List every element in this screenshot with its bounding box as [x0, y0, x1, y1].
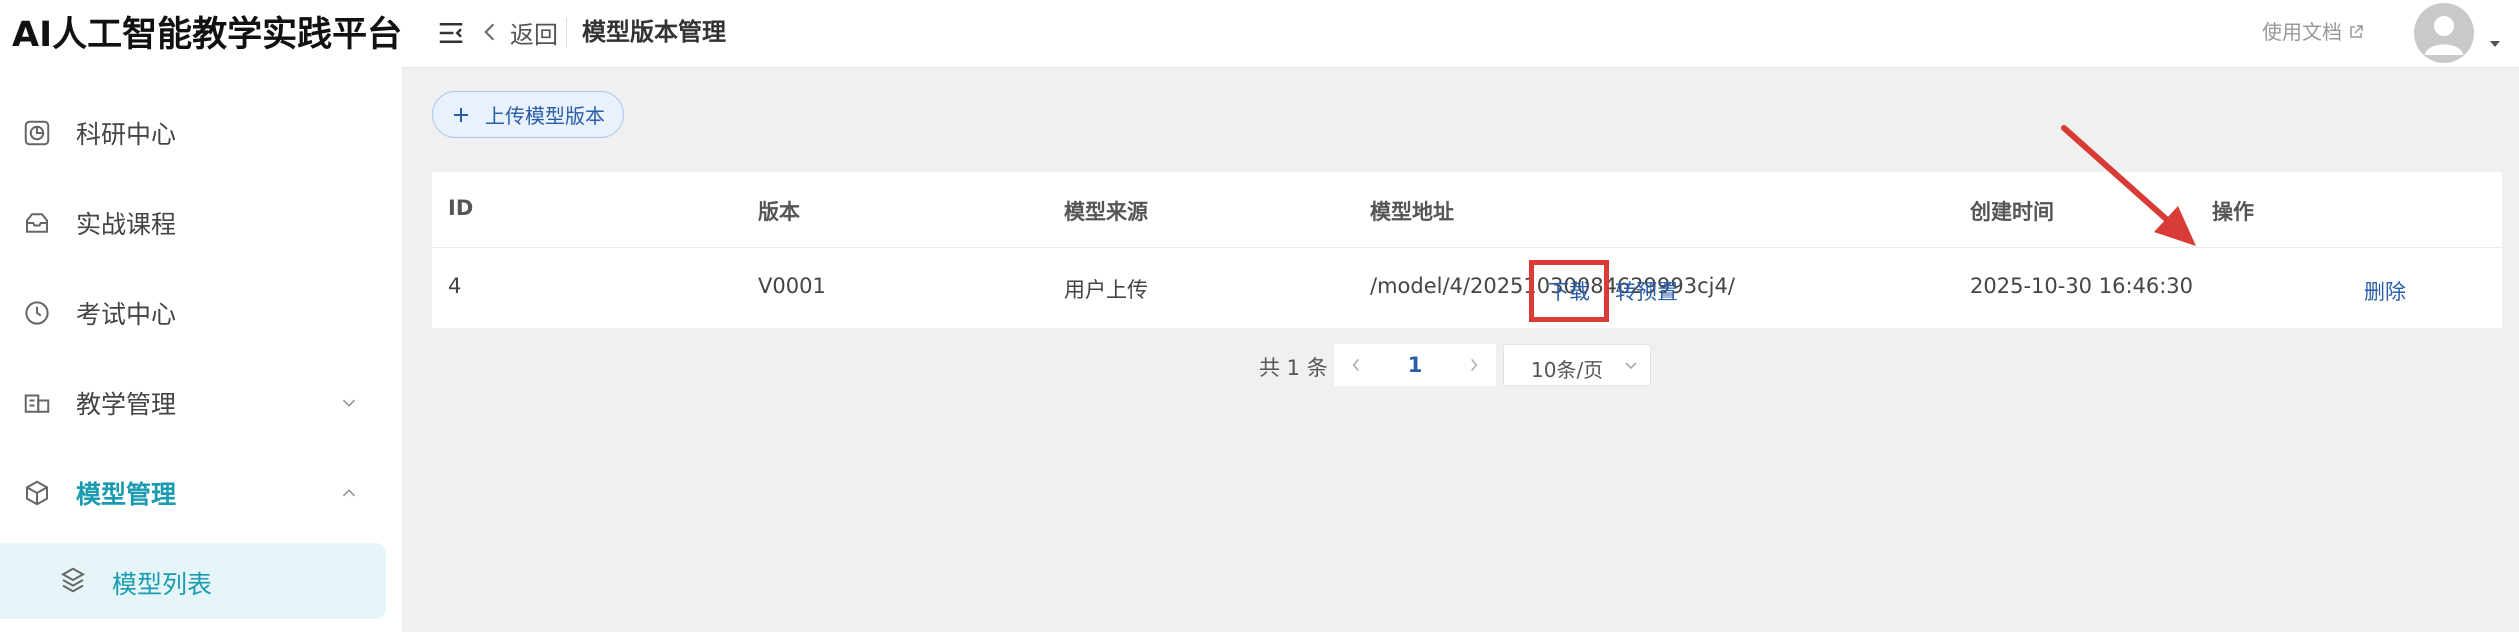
app-root: AI人工智能教学实践平台 科研中心 实战课程 考试中心 教学管理 模型管理 模型… [0, 0, 2519, 632]
sidebar-item-exams[interactable]: 考试中心 [0, 278, 402, 348]
chevron-right-icon [1471, 358, 1478, 372]
cell-version: V0001 [758, 274, 826, 298]
sidebar-item-label: 考试中心 [76, 300, 177, 329]
chevron-left-icon [484, 23, 495, 41]
column-header-actions: 操作 [2212, 200, 2254, 224]
docs-link[interactable]: 使用文档 [2262, 16, 2364, 48]
highlight-box [1529, 260, 1609, 322]
avatar[interactable] [2414, 3, 2474, 63]
menu-collapse-icon[interactable] [436, 18, 466, 48]
sidebar-item-label: 教学管理 [76, 390, 177, 419]
convert-preset-button[interactable]: 转预置 [1615, 276, 1678, 306]
page-size-value: 10条/页 [1531, 358, 1604, 382]
top-header: 返回 模型版本管理 使用文档 [402, 0, 2519, 68]
column-header-version: 版本 [758, 200, 800, 224]
page-title: 模型版本管理 [582, 18, 726, 46]
column-header-id: ID [448, 196, 474, 220]
back-button[interactable]: 返回 [480, 14, 558, 50]
sidebar-item-models[interactable]: 模型管理 [0, 458, 402, 528]
layers-icon [60, 567, 86, 593]
teaching-icon [24, 394, 50, 413]
chevron-down-icon [1625, 362, 1637, 370]
annotation-arrow-icon [2061, 125, 2196, 246]
sidebar: AI人工智能教学实践平台 科研中心 实战课程 考试中心 教学管理 模型管理 模型… [0, 0, 402, 632]
column-header-source: 模型来源 [1064, 200, 1148, 224]
docs-label: 使用文档 [2262, 20, 2342, 44]
brand-title: AI人工智能教学实践平台 [12, 15, 403, 55]
prev-page-button[interactable] [1334, 344, 1378, 386]
page-size-select[interactable]: 10条/页 [1503, 344, 1651, 386]
upload-label: 上传模型版本 [485, 104, 605, 128]
sidebar-item-courses[interactable]: 实战课程 [0, 188, 402, 258]
chevron-up-icon [342, 489, 356, 497]
clock-icon [25, 301, 49, 325]
user-icon [2425, 16, 2463, 55]
chevron-down-icon [342, 399, 356, 407]
sidebar-item-label: 科研中心 [76, 120, 177, 149]
inbox-icon [26, 213, 48, 233]
plus-icon [454, 107, 468, 122]
upload-model-version-button[interactable]: 上传模型版本 [432, 91, 624, 138]
back-label: 返回 [510, 20, 558, 49]
column-header-path: 模型地址 [1370, 200, 1454, 224]
sidebar-item-label: 实战课程 [76, 210, 177, 239]
cube-icon [26, 480, 48, 506]
sidebar-item-label: 模型管理 [76, 480, 177, 509]
header-divider [566, 18, 567, 48]
delete-button[interactable]: 删除 [2364, 276, 2406, 306]
caret-down-icon[interactable] [2488, 38, 2502, 50]
pagination-total: 共 1 条 [1259, 356, 1328, 380]
sidebar-subitem-label: 模型列表 [112, 570, 213, 599]
pie-chart-icon [24, 120, 50, 146]
page-number-current[interactable]: 1 [1378, 344, 1452, 386]
cell-created: 2025-10-30 16:46:30 [1970, 274, 2194, 298]
column-header-created: 创建时间 [1970, 200, 2054, 224]
cell-id: 4 [448, 274, 462, 298]
next-page-button[interactable] [1452, 344, 1496, 386]
sidebar-subitem-model-list[interactable]: 模型列表 [0, 543, 386, 619]
external-link-icon [2350, 25, 2363, 38]
sidebar-item-research[interactable]: 科研中心 [0, 98, 402, 168]
pagination: 共 1 条 1 10条/页 [0, 344, 2519, 388]
cell-source: 用户上传 [1064, 278, 1148, 302]
chevron-left-icon [1352, 358, 1359, 372]
